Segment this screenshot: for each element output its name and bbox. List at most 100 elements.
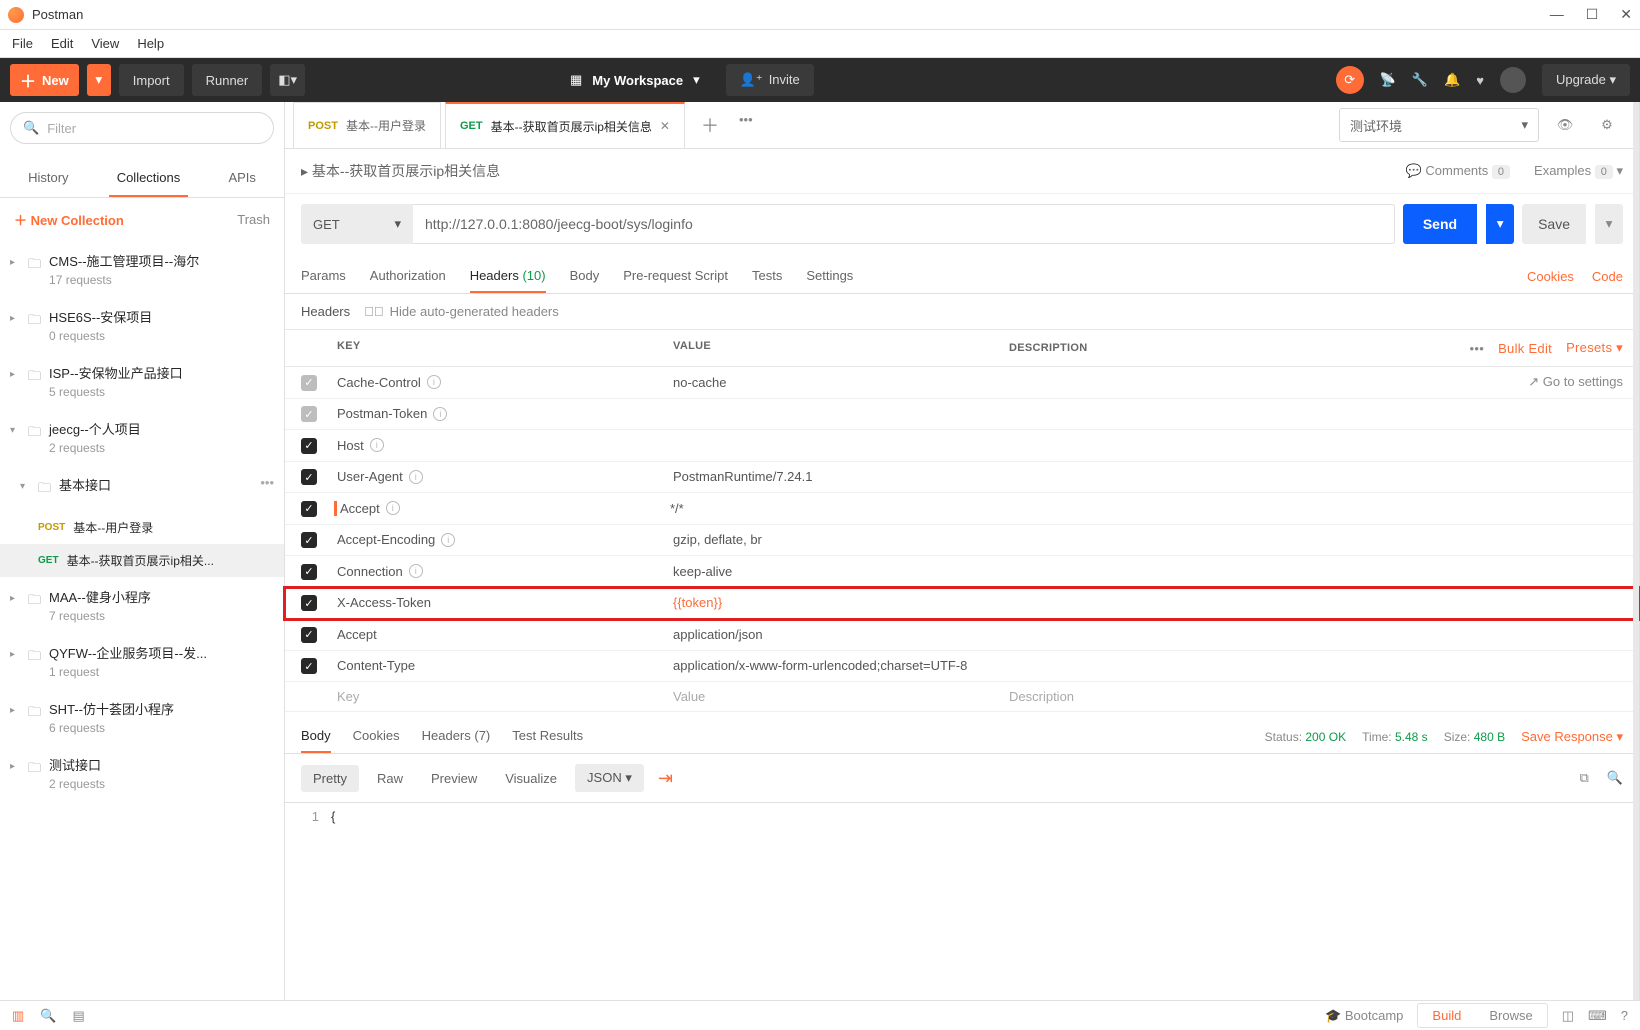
tab-collections[interactable]: Collections (109, 162, 189, 197)
sidebar-toggle-icon[interactable]: ▥ (12, 1008, 24, 1024)
wrap-line-icon[interactable]: ⇥ (652, 768, 679, 789)
new-key-input[interactable]: Key (337, 689, 673, 704)
view-pretty[interactable]: Pretty (301, 765, 359, 792)
info-icon[interactable]: i (409, 564, 423, 578)
tab-params[interactable]: Params (301, 260, 346, 293)
bulk-edit-link[interactable]: Bulk Edit (1498, 341, 1552, 356)
url-input[interactable]: http://127.0.0.1:8080/jeecg-boot/sys/log… (413, 204, 1395, 244)
menu-edit[interactable]: Edit (51, 36, 73, 51)
header-row[interactable]: ✓ Cache-Controli no-cache ↗ Go to settin… (285, 367, 1639, 399)
checkbox[interactable]: ✓ (301, 438, 317, 454)
resp-tab-headers[interactable]: Headers (7) (422, 720, 491, 753)
cookies-link[interactable]: Cookies (1527, 269, 1574, 284)
save-button[interactable]: Save (1522, 204, 1586, 244)
environment-preview-icon[interactable]: 👁 (1549, 109, 1581, 141)
presets-link[interactable]: Presets ▾ (1566, 340, 1623, 356)
wrench-icon[interactable]: 🔧 (1412, 72, 1428, 88)
new-value-input[interactable]: Value (673, 689, 1009, 704)
checkbox[interactable]: ✓ (301, 532, 317, 548)
trash-link[interactable]: Trash (237, 212, 270, 227)
info-icon[interactable]: i (441, 533, 455, 547)
help-icon[interactable]: ? (1621, 1008, 1628, 1023)
checkbox[interactable]: ✓ (301, 627, 317, 643)
header-row[interactable]: ✓ Content-Type application/x-www-form-ur… (285, 651, 1639, 683)
invite-button[interactable]: 👤⁺Invite (726, 64, 814, 96)
comments-button[interactable]: 💬 Comments 0 (1406, 163, 1510, 179)
tab-tests[interactable]: Tests (752, 260, 782, 293)
menu-view[interactable]: View (91, 36, 119, 51)
send-dropdown[interactable]: ▾ (1486, 204, 1514, 244)
new-dropdown[interactable]: ▾ (87, 64, 111, 96)
collection-item[interactable]: ▸ 🗀 HSE6S--安保项目0 requests (0, 297, 284, 353)
examples-button[interactable]: Examples 0 ▾ (1534, 163, 1623, 179)
two-pane-icon[interactable]: ◫ (1562, 1008, 1574, 1024)
import-button[interactable]: Import (119, 64, 184, 96)
tab-body[interactable]: Body (570, 260, 600, 293)
collection-item[interactable]: ▸ 🗀 QYFW--企业服务项目--发...1 request (0, 633, 284, 689)
collection-item[interactable]: ▸ 🗀 SHT--仿十荟团小程序6 requests (0, 689, 284, 745)
resp-tab-tests[interactable]: Test Results (512, 720, 583, 753)
header-row[interactable]: ✓ Postman-Tokeni (285, 399, 1639, 431)
build-browse-toggle[interactable]: Build Browse (1417, 1003, 1547, 1028)
bootcamp-link[interactable]: 🎓 Bootcamp (1325, 1008, 1403, 1024)
send-button[interactable]: Send (1403, 204, 1477, 244)
header-row[interactable]: ✓ Accepti */* (285, 493, 1639, 525)
chevron-down-icon[interactable]: ▾ (693, 72, 700, 88)
new-desc-input[interactable]: Description (1009, 689, 1623, 704)
info-icon[interactable]: i (409, 470, 423, 484)
collection-item[interactable]: ▸ 🗀 MAA--健身小程序7 requests (0, 577, 284, 633)
info-icon[interactable]: i (370, 438, 384, 452)
new-collection-button[interactable]: ＋ New Collection (14, 210, 124, 229)
view-preview[interactable]: Preview (421, 765, 487, 792)
open-new-window-button[interactable]: ◧▾ (270, 64, 305, 96)
folder-item[interactable]: ▾ 🗀 基本接口 ••• (0, 465, 284, 511)
add-tab-button[interactable]: ＋ (689, 102, 731, 148)
workspace-name[interactable]: My Workspace (592, 73, 683, 88)
code-link[interactable]: Code (1592, 269, 1623, 284)
copy-icon[interactable]: ⧉ (1580, 770, 1589, 786)
view-raw[interactable]: Raw (367, 765, 413, 792)
info-icon[interactable]: i (427, 375, 441, 389)
menu-file[interactable]: File (12, 36, 33, 51)
upgrade-button[interactable]: Upgrade ▾ (1542, 64, 1630, 96)
goto-settings-link[interactable]: ↗ Go to settings (1528, 374, 1623, 390)
tab-apis[interactable]: APIs (220, 162, 263, 197)
tab-options-icon[interactable]: ••• (731, 102, 761, 148)
save-response-button[interactable]: Save Response ▾ (1521, 729, 1623, 745)
request-tab-active[interactable]: GET 基本--获取首页展示ip相关信息 ✕ (445, 102, 685, 148)
request-item[interactable]: POST基本--用户登录 (0, 511, 284, 544)
search-response-icon[interactable]: 🔍 (1607, 770, 1623, 786)
info-icon[interactable]: i (433, 407, 447, 421)
keyboard-shortcuts-icon[interactable]: ⌨ (1588, 1008, 1607, 1024)
satellite-icon[interactable]: 📡 (1380, 72, 1396, 88)
tab-authorization[interactable]: Authorization (370, 260, 446, 293)
settings-gear-icon[interactable]: ⚙ (1591, 109, 1623, 141)
collection-item[interactable]: ▾ 🗀 jeecg--个人项目2 requests (0, 409, 284, 465)
resp-tab-body[interactable]: Body (301, 720, 331, 753)
console-icon[interactable]: ▤ (72, 1008, 84, 1024)
collection-item[interactable]: ▸ 🗀 测试接口2 requests (0, 745, 284, 801)
tab-prerequest[interactable]: Pre-request Script (623, 260, 728, 293)
sync-icon[interactable]: ⟳ (1336, 66, 1364, 94)
header-row[interactable]: ✓ Connectioni keep-alive (285, 556, 1639, 588)
save-dropdown[interactable]: ▾ (1595, 204, 1623, 244)
close-tab-icon[interactable]: ✕ (660, 119, 670, 133)
view-visualize[interactable]: Visualize (495, 765, 567, 792)
filter-input[interactable]: 🔍 Filter (10, 112, 274, 144)
format-select[interactable]: JSON ▾ (575, 764, 644, 792)
header-row[interactable]: ✓ Accept-Encodingi gzip, deflate, br (285, 525, 1639, 557)
info-icon[interactable]: i (386, 501, 400, 515)
more-options-icon[interactable]: ••• (1470, 341, 1485, 356)
hide-auto-headers-button[interactable]: 👁⃠Hide auto-generated headers (364, 304, 559, 319)
scrollbar[interactable] (1633, 102, 1639, 1000)
checkbox[interactable]: ✓ (301, 469, 317, 485)
tab-headers[interactable]: Headers (10) (470, 260, 546, 293)
header-row[interactable]: ✓ Hosti (285, 430, 1639, 462)
checkbox[interactable]: ✓ (301, 375, 317, 391)
avatar[interactable] (1500, 67, 1526, 93)
request-tab[interactable]: POST 基本--用户登录 (293, 102, 441, 148)
maximize-icon[interactable]: ☐ (1586, 6, 1599, 23)
collection-item[interactable]: ▸ 🗀 ISP--安保物业产品接口5 requests (0, 353, 284, 409)
runner-button[interactable]: Runner (192, 64, 263, 96)
close-icon[interactable]: ✕ (1620, 6, 1632, 23)
